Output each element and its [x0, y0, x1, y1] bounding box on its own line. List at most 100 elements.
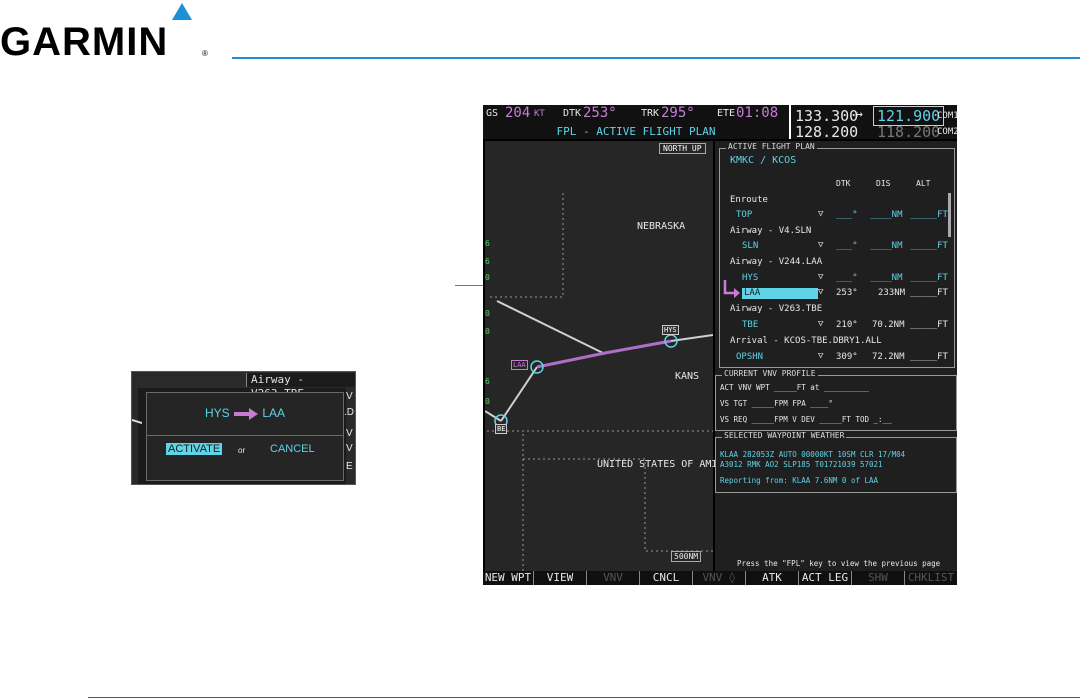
- leg-alt: _____FT: [910, 288, 948, 298]
- map-edge-number: 0: [485, 309, 490, 318]
- popup-leg: HYS LAA: [146, 406, 344, 420]
- softkey-chklist[interactable]: CHKLIST: [905, 571, 957, 585]
- leg-dis: 70.2NM: [872, 320, 905, 330]
- leg-header: Arrival - KCOS-TBE.DBRY1.ALL: [730, 336, 882, 346]
- leg-waypoint[interactable]: OPSHN: [736, 352, 763, 362]
- softkey-cncl-vnv[interactable]: CNCL VNV: [640, 571, 693, 585]
- leg-icon: ▽: [818, 351, 824, 361]
- popup-to-waypoint: LAA: [262, 406, 286, 420]
- popup-map-line: [132, 419, 142, 424]
- leg-alt: _____FT: [910, 210, 948, 220]
- leg-waypoint-selected[interactable]: LAA: [742, 288, 818, 299]
- leg-header: Airway - V4.SLN: [730, 226, 812, 236]
- col-dis: DIS: [876, 179, 891, 188]
- logo-triangle-icon: [172, 3, 192, 20]
- popup-edge-label: V: [346, 428, 353, 439]
- trk-value: 295°: [661, 105, 695, 121]
- map-label-laa: LAA: [511, 360, 528, 370]
- wx-panel-title: SELECTED WAYPOINT WEATHER: [722, 431, 847, 440]
- wx-reporting: Reporting from: KLAA 7.6NM 0 of LAA: [720, 476, 879, 485]
- vnv-row: ACT VNV WPT _____FT at __________: [720, 383, 870, 392]
- arrow-right-icon: [234, 407, 258, 420]
- col-dtk: DTK: [836, 179, 851, 188]
- popup-edge-label: E: [346, 461, 353, 472]
- cancel-button[interactable]: CANCEL: [270, 443, 315, 455]
- softkey-vnv-prof[interactable]: VNV PROF: [587, 571, 640, 585]
- nav-data-bar: GS 204 KT DTK 253° TRK 295° ETE 01:08 FP…: [483, 105, 791, 139]
- leg-dis: 233NM: [878, 288, 906, 298]
- wx-line: A3012 RMK AO2 SLP185 T01721039 57021: [720, 460, 883, 469]
- leg-alt: _____FT: [910, 352, 948, 362]
- gs-value: 204: [505, 105, 531, 121]
- activate-leg-popup: Airway - V263.TBE V .D V V E HYS LAA ACT…: [131, 371, 356, 485]
- com1-label: COM1: [937, 111, 957, 121]
- leg-header: Airway - V244.LAA: [730, 257, 823, 267]
- popup-edge-label: V: [346, 443, 353, 454]
- map-edge-number: 0: [485, 397, 490, 406]
- leg-dtk: ___°: [836, 210, 858, 220]
- activate-label: ACTIVATE: [166, 443, 223, 455]
- map-edge-number: 0: [485, 273, 490, 282]
- leg-icon: ▽: [818, 240, 824, 250]
- leg-waypoint[interactable]: TBE: [742, 320, 758, 330]
- softkey-shw-chrt[interactable]: SHW CHRT: [852, 571, 905, 585]
- leg-alt: _____FT: [910, 320, 948, 330]
- com2-standby[interactable]: 118.200: [877, 123, 940, 141]
- map-edge-number: 6: [485, 257, 490, 266]
- callout-line: [455, 285, 485, 286]
- map-graphics: [485, 193, 713, 571]
- garmin-logo: GARMIN: [0, 20, 169, 64]
- softkey-vnv-direct[interactable]: VNV ◊: [693, 571, 746, 585]
- vnv-row: VS TGT _____FPM FPA ____°: [720, 399, 833, 408]
- popup-left-edge: [132, 388, 138, 484]
- ete-value: 01:08: [736, 105, 779, 121]
- softkey-view[interactable]: VIEW: [534, 571, 587, 585]
- leg-dis: ____NM: [870, 210, 903, 220]
- leg-header: Airway - V263.TBE: [730, 304, 823, 314]
- leg-icon: ▽: [818, 319, 824, 329]
- map-edge-number: 6: [485, 377, 490, 386]
- header-rule: [232, 57, 1080, 59]
- active-flight-plan-panel: ACTIVE FLIGHT PLAN KMKC / KCOS DTK DIS A…: [719, 142, 955, 368]
- leg-dis: 72.2NM: [872, 352, 905, 362]
- vnv-profile-panel: CURRENT VNV PROFILE ACT VNV WPT _____FT …: [715, 369, 957, 431]
- footer-rule: [88, 697, 1080, 698]
- leg-dis: ____NM: [870, 273, 903, 283]
- softkey-atk-ofst[interactable]: ATK OFST: [746, 571, 799, 585]
- leg-dtk: 210°: [836, 320, 858, 330]
- leg-dis: ____NM: [870, 241, 903, 251]
- leg-alt: _____FT: [910, 273, 948, 283]
- leg-waypoint[interactable]: SLN: [742, 241, 758, 251]
- leg-icon: ▽: [818, 272, 824, 282]
- leg-alt: _____FT: [910, 241, 948, 251]
- softkey-new-wpt[interactable]: NEW WPT: [483, 571, 534, 585]
- com2-active[interactable]: 128.200: [795, 123, 858, 141]
- leg-dtk: ___°: [836, 241, 858, 251]
- mfd-display: GS 204 KT DTK 253° TRK 295° ETE 01:08 FP…: [483, 105, 957, 585]
- popup-airway-label: Airway - V263.TBE: [246, 373, 355, 400]
- north-up-label: NORTH UP: [659, 143, 706, 154]
- leg-waypoint[interactable]: TOP: [736, 210, 752, 220]
- map-label-kansas: KANS: [675, 371, 700, 382]
- fpl-scrollbar[interactable]: [948, 193, 951, 237]
- leg-dtk: 253°: [836, 288, 858, 298]
- popup-edge-label: .D: [344, 407, 354, 418]
- map-label-hys: HYS: [662, 325, 679, 335]
- com2-label: COM2: [937, 127, 957, 137]
- leg-header: Enroute: [730, 195, 768, 205]
- softkey-act-leg[interactable]: ACT LEG: [799, 571, 852, 585]
- page-title: FPL - ACTIVE FLIGHT PLAN: [556, 125, 716, 138]
- dtk-value: 253°: [583, 105, 617, 121]
- popup-divider: [146, 435, 344, 436]
- popup-from-waypoint: HYS: [204, 406, 230, 420]
- navigation-map[interactable]: NORTH UP NEBRASKA KANS UNITED STATES OF …: [485, 141, 717, 571]
- leg-dtk: 309°: [836, 352, 858, 362]
- activate-button[interactable]: ACTIVATE: [166, 443, 223, 455]
- com-frequencies: 133.300 ↔ 121.900 COM1 128.200 118.200 C…: [791, 105, 957, 141]
- leg-waypoint[interactable]: HYS: [742, 273, 758, 283]
- map-label-nebraska: NEBRASKA: [637, 221, 686, 232]
- gs-unit: KT: [534, 109, 545, 119]
- active-leg-arrow-icon: [723, 280, 740, 298]
- registered-mark: ®: [202, 49, 208, 58]
- popup-edge-label: V: [346, 391, 353, 402]
